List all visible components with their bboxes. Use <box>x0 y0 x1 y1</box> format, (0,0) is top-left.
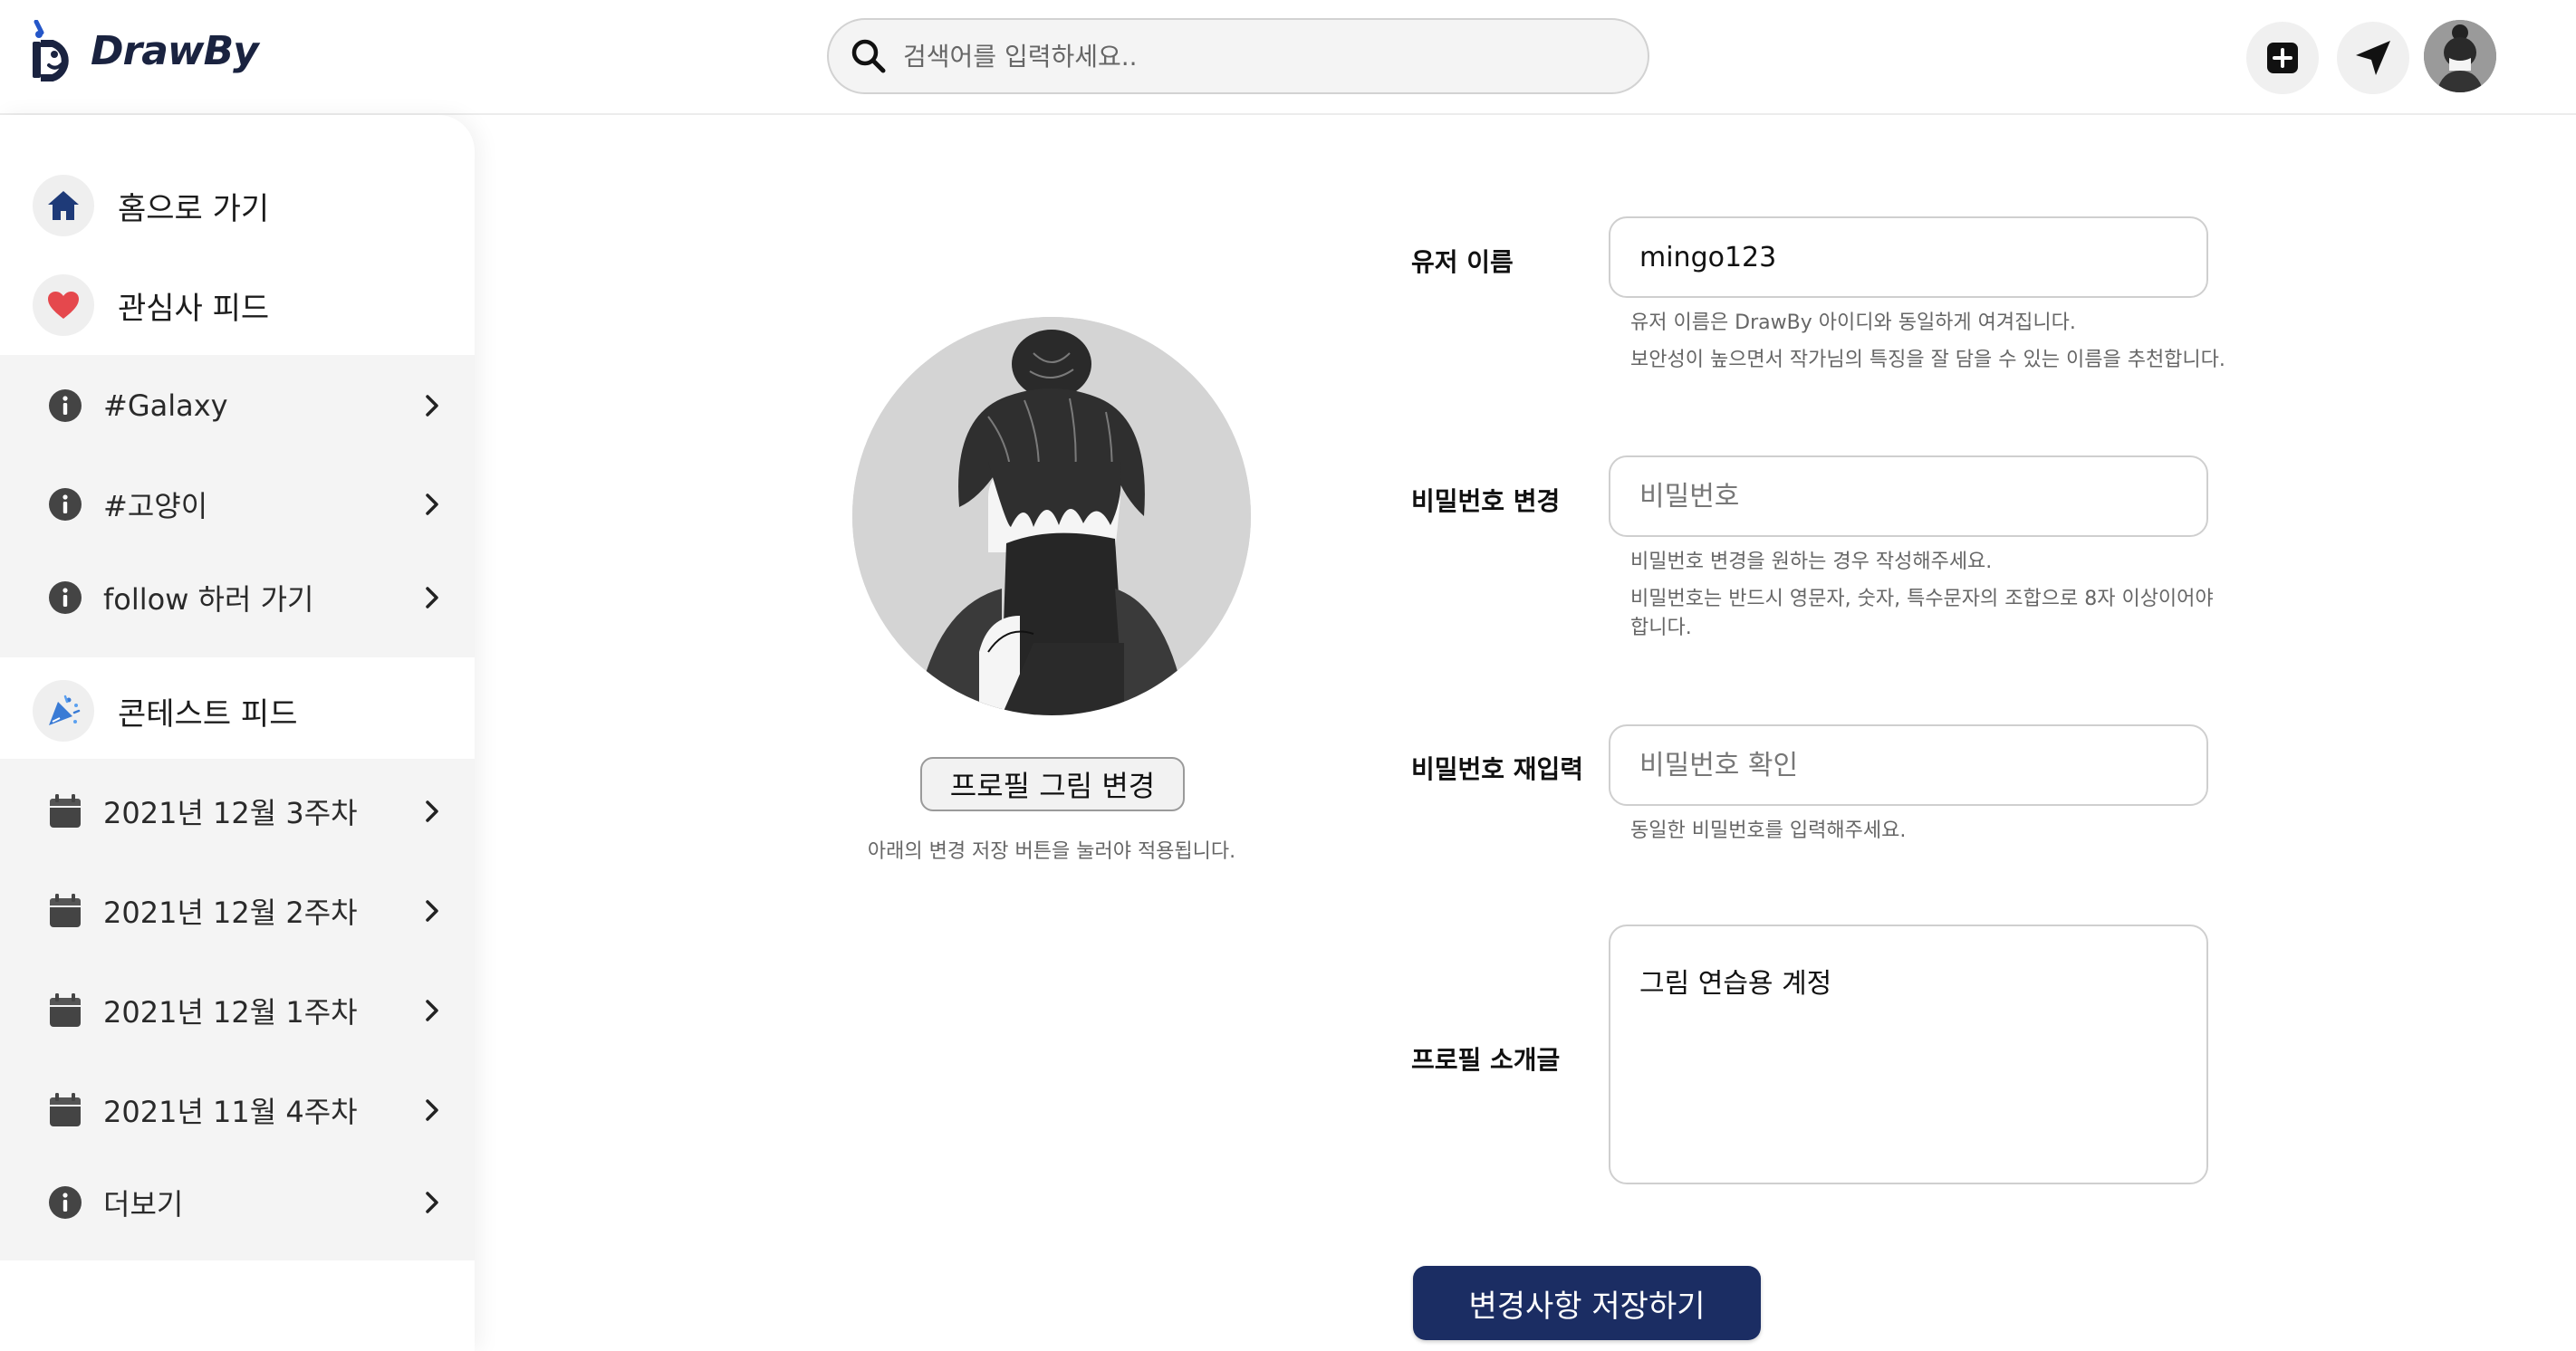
chevron-right-icon <box>426 1099 438 1121</box>
heart-icon-wrap <box>33 274 94 336</box>
calendar-icon <box>50 794 81 828</box>
bio-textarea[interactable]: 그림 연습용 계정 <box>1609 925 2208 1184</box>
search-icon <box>851 39 886 73</box>
sidebar-item-contest-feed[interactable]: 콘테스트 피드 <box>33 680 298 742</box>
sidebar-item-label: 관심사 피드 <box>118 290 270 327</box>
user-avatar[interactable] <box>2424 20 2496 92</box>
info-icon-wrap <box>47 388 83 424</box>
password-hint-1: 비밀번호 변경을 원하는 경우 작성해주세요. <box>1630 551 1993 573</box>
sidebar-item-label: follow 하러 가기 <box>103 582 314 617</box>
chevron-right-icon <box>426 1000 438 1021</box>
info-icon-wrap <box>47 486 83 522</box>
password-confirm-hint: 동일한 비밀번호를 입력해주세요. <box>1630 819 1907 842</box>
sidebar-item-home[interactable]: 홈으로 가기 <box>33 175 269 236</box>
password-field[interactable] <box>1609 455 2208 537</box>
info-icon <box>49 581 82 614</box>
calendar-icon <box>50 894 81 927</box>
password-hint-3: 합니다. <box>1630 617 1692 639</box>
sidebar-item-galaxy[interactable]: #Galaxy <box>47 378 446 433</box>
sidebar-item-follow[interactable]: follow 하러 가기 <box>47 570 446 625</box>
search-input[interactable] <box>903 41 1610 72</box>
calendar-icon <box>50 1093 81 1126</box>
calendar-icon-wrap <box>47 893 83 929</box>
sidebar-item-label: 2021년 12월 1주차 <box>103 995 358 1030</box>
sidebar-item-label: 더보기 <box>103 1187 184 1222</box>
sidebar-item-label: #고양이 <box>103 489 208 523</box>
avatar-illustration <box>2424 20 2496 92</box>
party-popper-icon <box>49 695 81 725</box>
password-label: 비밀번호 변경 <box>1411 486 1561 516</box>
top-header: DrawBy <box>0 0 2576 115</box>
change-profile-picture-button[interactable]: 프로필 그림 변경 <box>920 757 1185 811</box>
username-label: 유저 이름 <box>1411 247 1514 277</box>
info-icon <box>49 488 82 521</box>
info-icon <box>49 389 82 422</box>
save-changes-button[interactable]: 변경사항 저장하기 <box>1413 1266 1761 1340</box>
home-icon-wrap <box>33 175 94 236</box>
plus-square-icon <box>2267 43 2298 73</box>
bio-label: 프로필 소개글 <box>1411 1045 1561 1075</box>
home-icon <box>48 191 79 220</box>
calendar-icon <box>50 993 81 1027</box>
profile-picture <box>852 317 1251 715</box>
profile-illustration <box>852 317 1251 715</box>
create-post-button[interactable] <box>2246 22 2319 94</box>
info-icon-wrap <box>47 1184 83 1221</box>
sidebar-item-label: 콘테스트 피드 <box>118 695 298 733</box>
sidebar-item-label: 홈으로 가기 <box>118 190 270 227</box>
username-field[interactable] <box>1609 216 2208 298</box>
chevron-right-icon <box>426 800 438 822</box>
sidebar-item-week[interactable]: 2021년 12월 1주차 <box>47 983 446 1038</box>
calendar-icon-wrap <box>47 793 83 829</box>
sidebar-item-label: 2021년 12월 2주차 <box>103 896 358 930</box>
calendar-icon-wrap <box>47 1092 83 1128</box>
sidebar-item-label: 2021년 12월 3주차 <box>103 796 358 830</box>
chevron-right-icon <box>426 1192 438 1213</box>
calendar-icon-wrap <box>47 992 83 1029</box>
sidebar-item-label: #Galaxy <box>103 388 228 423</box>
messages-button[interactable] <box>2337 22 2409 94</box>
sidebar-item-label: 2021년 11월 4주차 <box>103 1095 358 1129</box>
logo-icon <box>33 20 69 81</box>
search-bar[interactable] <box>827 18 1649 94</box>
brand-name: DrawBy <box>91 27 259 74</box>
send-icon <box>2356 41 2390 75</box>
change-picture-hint: 아래의 변경 저장 버튼을 눌러야 적용됩니다. <box>867 840 1236 863</box>
chevron-right-icon <box>426 587 438 608</box>
sidebar-item-week[interactable]: 2021년 12월 2주차 <box>47 884 446 938</box>
password-confirm-label: 비밀번호 재입력 <box>1411 754 1584 784</box>
heart-icon <box>48 292 79 319</box>
username-hint-2: 보안성이 높으면서 작가님의 특징을 잘 담을 수 있는 이름을 추천합니다. <box>1630 349 2225 371</box>
brand-logo[interactable]: DrawBy <box>29 20 259 81</box>
chevron-right-icon <box>426 493 438 515</box>
info-icon-wrap <box>47 580 83 616</box>
info-icon <box>49 1186 82 1219</box>
sidebar-item-week[interactable]: 2021년 12월 3주차 <box>47 784 446 838</box>
username-hint-1: 유저 이름은 DrawBy 아이디와 동일하게 여겨집니다. <box>1630 311 2076 334</box>
party-icon-wrap <box>33 680 94 742</box>
sidebar: 홈으로 가기 관심사 피드 #Galaxy #고양이 follow 하러 가기 … <box>0 115 475 1351</box>
password-hint-2: 비밀번호는 반드시 영문자, 숫자, 특수문자의 조합으로 8자 이상이어야 <box>1630 588 2214 610</box>
sidebar-item-interest-feed[interactable]: 관심사 피드 <box>33 274 269 336</box>
sidebar-item-week[interactable]: 2021년 11월 4주차 <box>47 1083 446 1137</box>
password-confirm-field[interactable] <box>1609 724 2208 806</box>
sidebar-item-cat[interactable]: #고양이 <box>47 477 446 532</box>
chevron-right-icon <box>426 900 438 922</box>
sidebar-item-more[interactable]: 더보기 <box>47 1175 446 1230</box>
chevron-right-icon <box>426 395 438 417</box>
